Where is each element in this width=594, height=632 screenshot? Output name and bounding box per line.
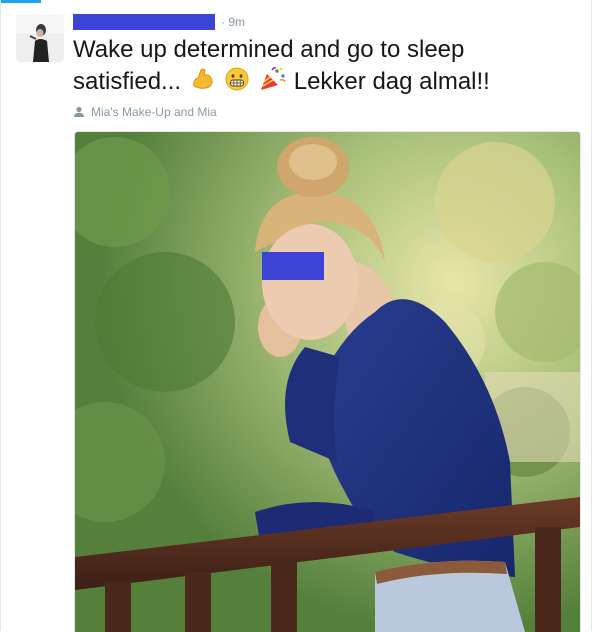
tweet-header: · 9m (73, 13, 245, 31)
avatar-photo (16, 14, 64, 62)
grimacing-face-icon (224, 66, 250, 101)
top-accent-bar (1, 0, 41, 3)
tweet-text: Wake up determined and go to sleep satis… (73, 34, 563, 101)
tweet-card: · 9m Wake up determined and go to sleep … (0, 0, 592, 632)
flexed-biceps-icon (190, 66, 216, 101)
photo-illustration (75, 132, 580, 632)
party-popper-icon (259, 66, 287, 101)
tweet-timestamp[interactable]: · 9m (221, 15, 245, 29)
redacted-display-name[interactable] (73, 14, 215, 30)
tweet-photo[interactable] (74, 131, 581, 632)
tagged-users[interactable]: Mia's Make-Up and Mia (73, 104, 217, 120)
avatar[interactable] (16, 14, 64, 62)
tweet-text-after: Lekker dag almal!! (293, 68, 490, 95)
person-icon (74, 106, 84, 117)
tweet-time-value: 9m (228, 15, 246, 29)
tagged-user-name: Mia's Make-Up and Mia (91, 105, 217, 119)
